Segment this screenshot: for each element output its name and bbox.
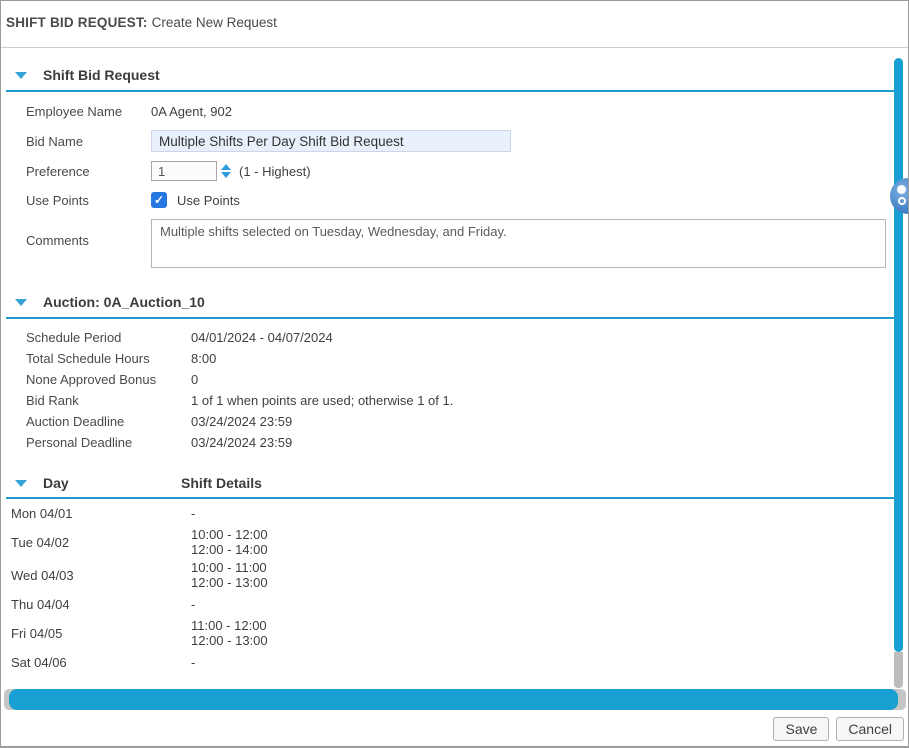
day-label: Sat 04/06 xyxy=(11,655,191,670)
auction-row-schedule-period: Schedule Period 04/01/2024 - 04/07/2024 xyxy=(26,327,894,348)
save-button[interactable]: Save xyxy=(773,717,829,741)
shift-details: 11:00 - 12:0012:00 - 13:00 xyxy=(191,618,268,648)
shift-details: - xyxy=(191,655,195,670)
field-label: Schedule Period xyxy=(26,327,191,348)
bid-name-label: Bid Name xyxy=(26,134,151,149)
field-value: 03/24/2024 23:59 xyxy=(191,432,292,453)
auction-row-approved-bonus: None Approved Bonus 0 xyxy=(26,369,894,390)
auction-row-auction-deadline: Auction Deadline 03/24/2024 23:59 xyxy=(26,411,894,432)
stepper-up-icon[interactable] xyxy=(221,164,231,170)
section-header-day: Day Shift Details xyxy=(1,473,894,493)
shift-details: 10:00 - 11:0012:00 - 13:00 xyxy=(191,560,268,590)
day-column-header: Day xyxy=(43,475,181,491)
stepper-down-icon[interactable] xyxy=(221,172,231,178)
section-divider xyxy=(6,317,894,319)
day-row-wed: Wed 04/03 10:00 - 11:0012:00 - 13:00 xyxy=(1,560,894,590)
day-row-sat: Sat 04/06 - xyxy=(1,651,894,673)
employee-name-row: Employee Name 0A Agent, 902 xyxy=(26,101,894,121)
field-value: 8:00 xyxy=(191,348,216,369)
field-value: 0 xyxy=(191,369,198,390)
field-label: Total Schedule Hours xyxy=(26,348,191,369)
section-header-auction: Auction: 0A_Auction_10 xyxy=(1,292,894,312)
section-title: Shift Bid Request xyxy=(43,67,160,83)
section-divider xyxy=(6,497,894,499)
section-title: Auction: 0A_Auction_10 xyxy=(43,294,205,310)
section-header-shift-bid-request: Shift Bid Request xyxy=(1,65,894,85)
vertical-scrollbar-thumb[interactable] xyxy=(894,58,903,652)
widget-ring-icon xyxy=(898,197,906,205)
employee-name-value: 0A Agent, 902 xyxy=(151,104,232,119)
horizontal-scrollbar[interactable] xyxy=(4,689,906,710)
comments-row: Comments Multiple shifts selected on Tue… xyxy=(26,219,894,268)
dialog-title-bar: SHIFT BID REQUEST: Create New Request xyxy=(1,1,908,48)
shift-details-column-header: Shift Details xyxy=(181,475,262,491)
field-label: Auction Deadline xyxy=(26,411,191,432)
auction-row-bid-rank: Bid Rank 1 of 1 when points are used; ot… xyxy=(26,390,894,411)
comments-label: Comments xyxy=(26,219,151,248)
preference-stepper[interactable] xyxy=(221,164,231,178)
day-row-fri: Fri 04/05 11:00 - 12:0012:00 - 13:00 xyxy=(1,618,894,648)
employee-name-label: Employee Name xyxy=(26,104,151,119)
shift-details: - xyxy=(191,597,195,612)
cancel-button[interactable]: Cancel xyxy=(836,717,904,741)
auction-details: Schedule Period 04/01/2024 - 04/07/2024 … xyxy=(1,327,894,453)
shift-bid-request-dialog: SHIFT BID REQUEST: Create New Request Shi… xyxy=(0,0,909,748)
day-label: Thu 04/04 xyxy=(11,597,191,612)
bid-name-input[interactable] xyxy=(151,130,511,152)
horizontal-scrollbar-thumb[interactable] xyxy=(9,689,898,710)
comments-textarea[interactable]: Multiple shifts selected on Tuesday, Wed… xyxy=(151,219,886,268)
preference-hint: (1 - Highest) xyxy=(239,164,311,179)
preference-input[interactable] xyxy=(151,161,217,181)
use-points-label: Use Points xyxy=(26,193,151,208)
field-value: 1 of 1 when points are used; otherwise 1… xyxy=(191,390,453,411)
collapse-arrow-icon[interactable] xyxy=(15,480,27,487)
day-row-tue: Tue 04/02 10:00 - 12:0012:00 - 14:00 xyxy=(1,527,894,557)
field-value: 04/01/2024 - 04/07/2024 xyxy=(191,327,333,348)
collapse-arrow-icon[interactable] xyxy=(15,299,27,306)
dialog-title-prefix: SHIFT BID REQUEST: xyxy=(6,15,148,30)
field-label: Bid Rank xyxy=(26,390,191,411)
bid-name-row: Bid Name xyxy=(26,130,894,152)
preference-row: Preference (1 - Highest) xyxy=(26,161,894,181)
day-row-thu: Thu 04/04 - xyxy=(1,593,894,615)
day-label: Tue 04/02 xyxy=(11,535,191,550)
day-label: Wed 04/03 xyxy=(11,568,191,583)
use-points-row: Use Points Use Points xyxy=(26,190,894,210)
day-label: Fri 04/05 xyxy=(11,626,191,641)
shift-details: - xyxy=(191,506,195,521)
day-label: Mon 04/01 xyxy=(11,506,191,521)
dialog-title: Create New Request xyxy=(152,15,277,30)
auction-row-total-hours: Total Schedule Hours 8:00 xyxy=(26,348,894,369)
field-label: Personal Deadline xyxy=(26,432,191,453)
field-value: 03/24/2024 23:59 xyxy=(191,411,292,432)
section-divider xyxy=(6,90,894,92)
dialog-content: Shift Bid Request Employee Name 0A Agent… xyxy=(1,49,894,673)
day-row-mon: Mon 04/01 - xyxy=(1,502,894,524)
vertical-scrollbar-track[interactable] xyxy=(894,652,903,688)
collapse-arrow-icon[interactable] xyxy=(15,72,27,79)
preference-label: Preference xyxy=(26,164,151,179)
use-points-checkbox-label: Use Points xyxy=(177,193,240,208)
shift-details: 10:00 - 12:0012:00 - 14:00 xyxy=(191,527,268,557)
use-points-checkbox[interactable] xyxy=(151,192,167,208)
widget-dot-icon xyxy=(897,185,906,194)
dialog-footer: Save Cancel xyxy=(1,712,908,746)
auction-row-personal-deadline: Personal Deadline 03/24/2024 23:59 xyxy=(26,432,894,453)
field-label: None Approved Bonus xyxy=(26,369,191,390)
